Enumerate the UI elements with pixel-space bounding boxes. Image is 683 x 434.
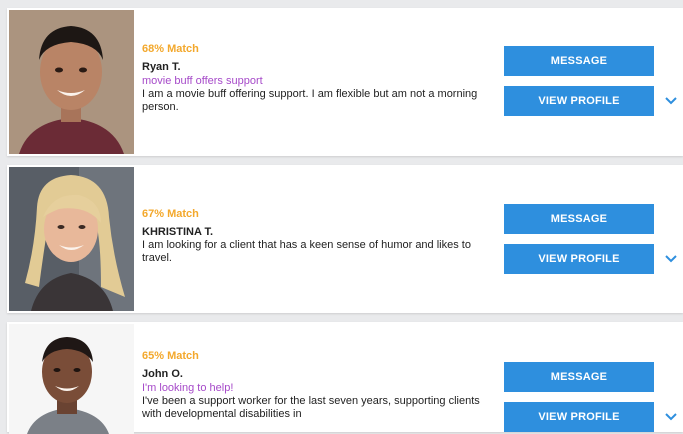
match-percentage: 65% Match — [142, 350, 199, 362]
message-button[interactable]: MESSAGE — [504, 204, 654, 234]
profile-photo-image — [9, 167, 134, 311]
profile-photo[interactable] — [9, 167, 134, 311]
profile-bio: I am looking for a client that has a kee… — [142, 239, 471, 264]
profile-name: Ryan T. — [142, 61, 181, 73]
profile-name: KHRISTINA T. — [142, 226, 214, 238]
profile-photo-image — [9, 324, 134, 434]
chevron-down-icon[interactable] — [663, 409, 679, 425]
profile-name: John O. — [142, 368, 183, 380]
profile-photo-image — [9, 10, 134, 154]
profile-card: 65% Match John O. I'm looking to help! I… — [7, 322, 683, 434]
chevron-down-icon[interactable] — [663, 251, 679, 267]
match-percentage: 67% Match — [142, 208, 199, 220]
view-profile-button[interactable]: VIEW PROFILE — [504, 86, 654, 116]
profile-bio: I've been a support worker for the last … — [142, 395, 480, 420]
view-profile-button[interactable]: VIEW PROFILE — [504, 402, 654, 432]
profile-card: 68% Match Ryan T. movie buff offers supp… — [7, 8, 683, 156]
message-button[interactable]: MESSAGE — [504, 46, 654, 76]
view-profile-button[interactable]: VIEW PROFILE — [504, 244, 654, 274]
profile-photo[interactable] — [9, 10, 134, 154]
profile-bio: I am a movie buff offering support. I am… — [142, 88, 478, 113]
profile-photo[interactable] — [9, 324, 134, 434]
profile-tagline: I'm looking to help! — [142, 382, 234, 394]
profile-tagline: movie buff offers support — [142, 75, 263, 87]
chevron-down-icon[interactable] — [663, 93, 679, 109]
match-percentage: 68% Match — [142, 43, 199, 55]
message-button[interactable]: MESSAGE — [504, 362, 654, 392]
profile-card: 67% Match KHRISTINA T. I am looking for … — [7, 165, 683, 313]
